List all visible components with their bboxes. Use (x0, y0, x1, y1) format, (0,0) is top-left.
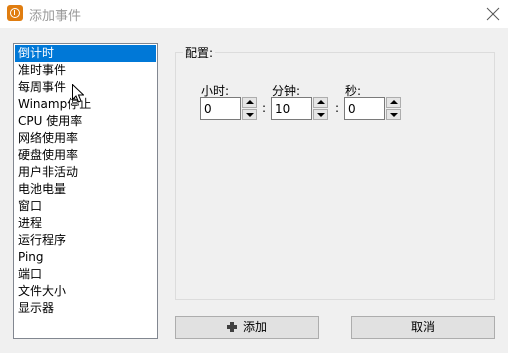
list-item-battery[interactable]: 电池电量 (15, 181, 156, 198)
seconds-down-button[interactable] (386, 109, 401, 120)
cancel-button-label: 取消 (410, 320, 435, 334)
add-button-label: 添加 (242, 320, 267, 334)
list-item-run-program[interactable]: 运行程序 (15, 232, 156, 249)
list-item-window[interactable]: 窗口 (15, 198, 156, 215)
minutes-down-button[interactable] (313, 109, 328, 120)
list-item-file-size[interactable]: 文件大小 (15, 283, 156, 300)
list-item-monitor[interactable]: 显示器 (15, 300, 156, 317)
title-bar: 添加事件 (0, 0, 508, 28)
list-item-weekly[interactable]: 每周事件 (15, 79, 156, 96)
cancel-button[interactable]: 取消 (351, 316, 495, 339)
mouse-cursor-icon (72, 84, 84, 103)
hours-down-button[interactable] (242, 109, 257, 120)
list-item-countdown[interactable]: 倒计时 (15, 45, 156, 62)
list-item-port[interactable]: 端口 (15, 266, 156, 283)
seconds-up-button[interactable] (386, 97, 401, 108)
minutes-seconds-separator: : (335, 101, 340, 115)
add-event-dialog: 添加事件 倒计时 准时事件 每周事件 Winamp停止 CPU 使用率 网络使用… (0, 0, 508, 353)
list-item-network-usage[interactable]: 网络使用率 (15, 130, 156, 147)
hours-input[interactable] (200, 97, 241, 120)
minutes-input[interactable] (271, 97, 312, 120)
list-item-user-idle[interactable]: 用户非活动 (15, 164, 156, 181)
hours-minutes-separator: : (262, 101, 267, 115)
list-item-winamp-stop[interactable]: Winamp停止 (15, 96, 156, 113)
list-item-disk-usage[interactable]: 硬盘使用率 (15, 147, 156, 164)
app-clock-icon (7, 5, 23, 21)
config-group-label: 配置: (183, 44, 216, 61)
hours-up-button[interactable] (242, 97, 257, 108)
list-item-cpu-usage[interactable]: CPU 使用率 (15, 113, 156, 130)
list-item-ping[interactable]: Ping (15, 249, 156, 266)
event-type-list[interactable]: 倒计时 准时事件 每周事件 Winamp停止 CPU 使用率 网络使用率 硬盘使… (13, 43, 158, 339)
close-icon (486, 7, 500, 21)
seconds-input[interactable] (344, 97, 385, 120)
window-title: 添加事件 (29, 9, 82, 24)
plus-icon (226, 322, 237, 332)
add-button[interactable]: 添加 (175, 316, 319, 339)
list-item-process[interactable]: 进程 (15, 215, 156, 232)
minutes-up-button[interactable] (313, 97, 328, 108)
list-item-scheduled[interactable]: 准时事件 (15, 62, 156, 79)
close-button[interactable] (478, 0, 508, 28)
